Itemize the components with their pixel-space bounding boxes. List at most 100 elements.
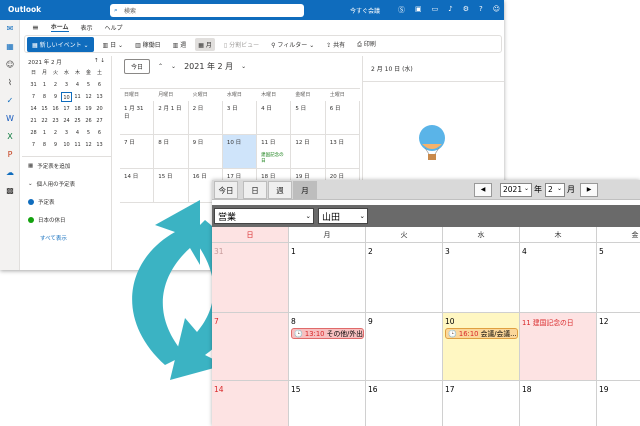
onedrive-icon[interactable]: ☁ <box>0 164 20 182</box>
month-day-cell[interactable]: 7 日 <box>120 135 155 169</box>
mini-day[interactable]: 1 <box>39 128 50 138</box>
print-button[interactable]: ⎙ 印刷 <box>354 37 379 51</box>
year-select[interactable]: 2021 ⌄ <box>500 183 532 197</box>
mini-day[interactable]: 5 <box>83 80 94 90</box>
mini-day[interactable]: 13 <box>94 92 105 102</box>
mini-day[interactable]: 17 <box>61 104 72 114</box>
day-cell[interactable]: 1 <box>289 243 366 313</box>
attach-icon[interactable]: ⌇ <box>0 74 20 92</box>
month-day-cell[interactable]: 11 日建国記念の日 <box>257 135 292 169</box>
day-cell[interactable]: 18 <box>520 381 597 426</box>
mini-day[interactable]: 26 <box>83 116 94 126</box>
mini-day[interactable]: 8 <box>39 92 50 102</box>
prev-month-button[interactable]: ◀ <box>474 183 492 197</box>
chevron-down-icon[interactable]: ⌄ <box>241 63 246 70</box>
mini-day[interactable]: 27 <box>94 116 105 126</box>
mini-day[interactable]: 7 <box>28 140 39 150</box>
month-title[interactable]: 2021 年 2 月 <box>184 61 233 72</box>
people-icon[interactable]: ☺ <box>0 56 20 74</box>
day-cell[interactable]: 12 <box>597 313 640 381</box>
month-day-cell[interactable]: 9 日 <box>188 135 223 169</box>
mini-day[interactable]: 4 <box>72 80 83 90</box>
mini-day[interactable]: 28 <box>28 128 39 138</box>
day-cell[interactable]: 14 <box>212 381 289 426</box>
month-view-button[interactable]: ▦ 月 <box>195 37 215 51</box>
view-day-button[interactable]: 日 <box>243 181 267 199</box>
skype-icon[interactable]: Ⓢ <box>398 5 405 15</box>
calendar-item-default[interactable]: 予定表 <box>22 193 111 211</box>
filter-button[interactable]: ⚲ フィルター ⌄ <box>268 38 317 51</box>
next-month-icon[interactable]: ⌄ <box>171 63 176 70</box>
tab-help[interactable]: ヘルプ <box>105 23 123 32</box>
mini-day[interactable]: 14 <box>28 104 39 114</box>
event-meeting[interactable]: 🕒 16:10 会議/会議... <box>445 328 518 339</box>
tab-view[interactable]: 表示 <box>81 23 93 32</box>
day-cell[interactable]: 9 <box>366 313 443 381</box>
mini-day[interactable]: 9 <box>50 140 61 150</box>
day-cell[interactable]: 2 <box>366 243 443 313</box>
avatar[interactable]: ☺ <box>493 5 500 15</box>
powerpoint-icon[interactable]: P <box>0 146 20 164</box>
mini-day[interactable]: 19 <box>83 104 94 114</box>
month-select[interactable]: 2 ⌄ <box>545 183 565 197</box>
mini-calendar[interactable]: 日月火水木金土 31 1 2 3 4 5 6 7 8 9 10 11 12 13 14 15 16 17 18 19 20… <box>28 68 111 150</box>
month-day-cell[interactable]: 10 日 <box>222 135 258 169</box>
mini-day[interactable]: 6 <box>94 128 105 138</box>
mini-day[interactable]: 22 <box>39 116 50 126</box>
share-button[interactable]: ⇪ 共有 <box>323 38 348 51</box>
mini-day[interactable]: 3 <box>61 128 72 138</box>
prev-month-icon[interactable]: ⌃ <box>158 63 163 70</box>
month-day-cell[interactable]: 3 日 <box>222 101 258 135</box>
mini-day[interactable]: 25 <box>72 116 83 126</box>
month-day-cell[interactable]: 5 日 <box>291 101 326 135</box>
split-view-button[interactable]: ▯ 分割ビュー <box>221 38 262 51</box>
word-icon[interactable]: W <box>0 110 20 128</box>
mini-day[interactable]: 20 <box>94 104 105 114</box>
month-day-cell[interactable]: 13 日 <box>325 135 360 169</box>
day-cell[interactable]: 31 <box>212 243 289 313</box>
view-week-button[interactable]: 週 <box>268 181 292 199</box>
month-day-cell[interactable]: 12 日 <box>291 135 326 169</box>
event-outing[interactable]: 🕒 13:10 その他/外出 <box>291 328 364 339</box>
mini-day[interactable]: 1 <box>39 80 50 90</box>
hamburger-icon[interactable]: ≡ <box>32 23 39 32</box>
mini-day[interactable]: 11 <box>72 92 83 102</box>
search-input[interactable]: ⌕ 検索 <box>110 4 304 17</box>
day-view-button[interactable]: ▥ 日 ⌄ <box>100 38 127 51</box>
day-cell[interactable]: 19 <box>597 381 640 426</box>
day-cell[interactable]: 7 <box>212 313 289 381</box>
teams-icon[interactable]: ▣ <box>415 5 422 15</box>
view-month-button[interactable]: 月 <box>293 181 317 199</box>
bell-icon[interactable]: ♪ <box>448 5 452 15</box>
mini-day[interactable]: 15 <box>39 104 50 114</box>
calendar-icon[interactable]: ▦ <box>0 38 20 56</box>
mini-day[interactable]: 13 <box>94 140 105 150</box>
mini-day[interactable]: 18 <box>72 104 83 114</box>
user-select[interactable]: 山田 ⌄ <box>318 208 368 224</box>
month-day-cell[interactable]: 2 日 <box>188 101 223 135</box>
excel-icon[interactable]: X <box>0 128 20 146</box>
week-view-button[interactable]: ▥ 週 <box>170 38 190 51</box>
holiday-event[interactable]: 建国記念の日 <box>261 152 286 164</box>
mini-day[interactable]: 6 <box>94 80 105 90</box>
mini-calendar-arrows[interactable]: ↑ ↓ <box>94 58 105 66</box>
mini-day[interactable]: 16 <box>50 104 61 114</box>
month-day-cell[interactable]: 8 日 <box>154 135 189 169</box>
mini-day[interactable]: 24 <box>61 116 72 126</box>
todo-icon[interactable]: ✓ <box>0 92 20 110</box>
show-all-link[interactable]: すべて表示 <box>22 229 111 247</box>
month-day-cell[interactable]: 6 日 <box>325 101 360 135</box>
view-today-button[interactable]: 今日 <box>214 181 238 199</box>
day-cell[interactable]: 17 <box>443 381 520 426</box>
day-cell[interactable]: 15 <box>289 381 366 426</box>
work-week-button[interactable]: ▥ 稼働日 <box>132 38 164 51</box>
mini-day[interactable]: 2 <box>50 128 61 138</box>
month-day-cell[interactable]: 1 月 31 日 <box>120 101 155 135</box>
mini-day[interactable]: 10 <box>61 92 72 102</box>
day-cell[interactable]: 16 <box>366 381 443 426</box>
calendar-item-holidays[interactable]: 日本の休日 <box>22 211 111 229</box>
day-cell[interactable]: 4 <box>520 243 597 313</box>
mini-day[interactable]: 2 <box>50 80 61 90</box>
mini-day[interactable]: 11 <box>72 140 83 150</box>
meet-now-button[interactable]: 今すぐ会議 <box>350 6 380 15</box>
